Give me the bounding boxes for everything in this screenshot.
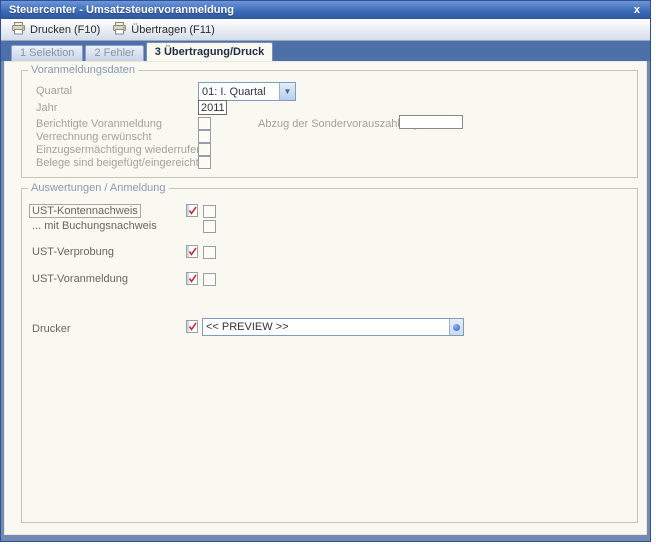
close-icon[interactable]: x bbox=[632, 4, 642, 16]
einzugsermaechtigung-checkbox[interactable] bbox=[198, 143, 211, 156]
mit-buchungsnachweis-checkbox[interactable] bbox=[203, 220, 216, 233]
belege-beigefuegt-label: Belege sind beigefügt/eingereicht bbox=[36, 157, 199, 169]
page-uebertragung-druck: Voranmeldungsdaten Quartal 01: I. Quarta… bbox=[4, 61, 647, 535]
quartal-selected-value: 01: I. Quartal bbox=[199, 86, 279, 98]
printer-icon bbox=[112, 22, 127, 38]
ust-voranmeldung-checkbox[interactable] bbox=[203, 273, 216, 286]
transmit-button[interactable]: Übertragen (F11) bbox=[106, 20, 221, 40]
abzug-sondervorauszahlung-input[interactable] bbox=[399, 115, 463, 129]
tab-fehler[interactable]: 2 Fehler bbox=[85, 45, 143, 61]
einzugsermaechtigung-label: Einzugsermächtigung wiederrufen bbox=[36, 144, 202, 156]
tab-bar: 1 Selektion 2 Fehler 3 Übertragung/Druck bbox=[1, 41, 650, 61]
ust-verprobung-checkbox[interactable] bbox=[203, 246, 216, 259]
document-check-icon[interactable] bbox=[186, 272, 198, 285]
document-check-icon[interactable] bbox=[186, 245, 198, 258]
jahr-label: Jahr bbox=[36, 102, 57, 114]
ust-verprobung-label: UST-Verprobung bbox=[32, 246, 114, 258]
toolbar: Drucken (F10) Übertragen (F11) bbox=[1, 19, 650, 41]
document-check-icon[interactable] bbox=[186, 204, 198, 217]
verrechnung-erwuenscht-checkbox[interactable] bbox=[198, 130, 211, 143]
berichtigte-voranmeldung-label: Berichtigte Voranmeldung bbox=[36, 118, 162, 130]
group-voranmeldungsdaten-legend: Voranmeldungsdaten bbox=[28, 64, 138, 76]
sphere-icon bbox=[453, 324, 460, 331]
tab-selektion[interactable]: 1 Selektion bbox=[11, 45, 83, 61]
quartal-select[interactable]: 01: I. Quartal ▼ bbox=[198, 82, 296, 101]
jahr-input[interactable] bbox=[198, 100, 227, 115]
mit-buchungsnachweis-label: ... mit Buchungsnachweis bbox=[32, 220, 157, 232]
titlebar[interactable]: Steuercenter - Umsatzsteuervoranmeldung … bbox=[1, 1, 650, 19]
print-button[interactable]: Drucken (F10) bbox=[5, 20, 106, 40]
window-title: Steuercenter - Umsatzsteuervoranmeldung bbox=[9, 4, 632, 16]
document-check-icon[interactable] bbox=[186, 320, 198, 333]
belege-beigefuegt-checkbox[interactable] bbox=[198, 156, 211, 169]
group-auswertungen-legend: Auswertungen / Anmeldung bbox=[28, 182, 169, 194]
ust-kontennachweis-label[interactable]: UST-Kontennachweis bbox=[29, 204, 141, 218]
application-window: Steuercenter - Umsatzsteuervoranmeldung … bbox=[0, 0, 651, 542]
quartal-label: Quartal bbox=[36, 85, 72, 97]
group-voranmeldungsdaten: Voranmeldungsdaten Quartal 01: I. Quarta… bbox=[21, 70, 638, 178]
chevron-down-icon[interactable]: ▼ bbox=[279, 83, 295, 100]
printer-icon bbox=[11, 22, 26, 38]
ust-kontennachweis-checkbox[interactable] bbox=[203, 205, 216, 218]
transmit-button-label: Übertragen (F11) bbox=[131, 24, 215, 36]
berichtigte-voranmeldung-checkbox[interactable] bbox=[198, 117, 211, 130]
drucker-label: Drucker bbox=[32, 323, 71, 335]
group-auswertungen-anmeldung: Auswertungen / Anmeldung UST-Kontennachw… bbox=[21, 188, 638, 523]
printer-combo-button[interactable] bbox=[449, 319, 463, 335]
abzug-sondervorauszahlung-label: Abzug der Sondervorauszahlung bbox=[258, 118, 418, 130]
print-button-label: Drucken (F10) bbox=[30, 24, 100, 36]
verrechnung-erwuenscht-label: Verrechnung erwünscht bbox=[36, 131, 152, 143]
ust-voranmeldung-label: UST-Voranmeldung bbox=[32, 273, 128, 285]
drucker-select[interactable]: << PREVIEW >> bbox=[202, 318, 464, 336]
drucker-selected-value: << PREVIEW >> bbox=[203, 321, 449, 333]
tab-uebertragung-druck[interactable]: 3 Übertragung/Druck bbox=[146, 42, 273, 61]
